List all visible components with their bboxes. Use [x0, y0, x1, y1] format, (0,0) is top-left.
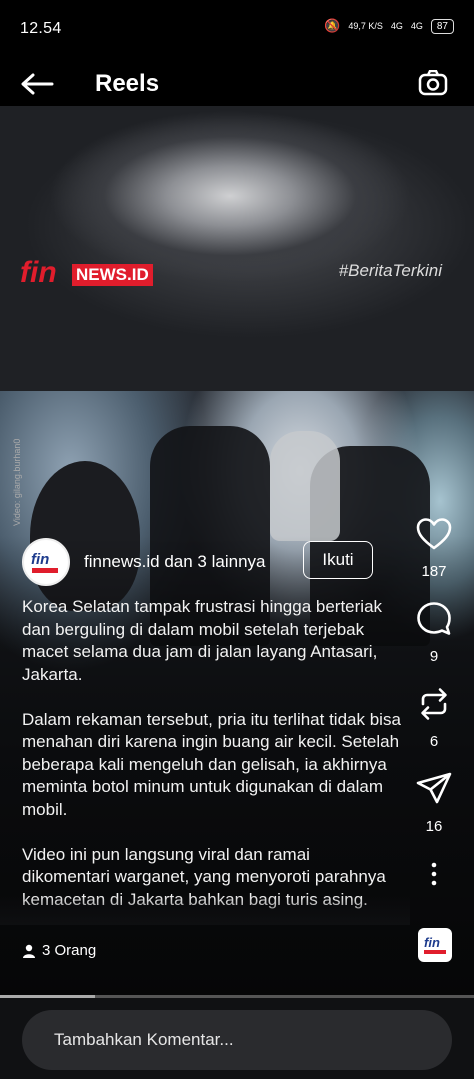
status-bar: 12.54 🔕 49,7 K/S 4G 4G 87 [0, 0, 474, 60]
thumbnail-logo-bar [424, 950, 446, 954]
repost-count: 6 [429, 733, 439, 750]
caption-fade [0, 895, 410, 925]
author-connector: dan [159, 552, 198, 571]
like-count: 187 [421, 563, 447, 580]
avatar-logo-bar [32, 568, 58, 573]
person-icon [23, 944, 35, 958]
video-logo-news: NEWS.ID [72, 264, 153, 286]
caption-paragraph: Korea Selatan tampak frustrasi hingga be… [22, 597, 383, 684]
battery-indicator: 87 [430, 18, 454, 34]
more-options-icon[interactable] [415, 859, 453, 889]
share-action[interactable]: 16 [415, 770, 453, 835]
status-icons: 🔕 49,7 K/S 4G 4G 87 [324, 18, 454, 34]
tagged-people-label: 3 Orang [42, 942, 97, 959]
video-hashtag: #BeritaTerkini [338, 261, 442, 280]
thumbnail-logo-text: fin [424, 935, 440, 950]
author-name: finnews.id [84, 552, 160, 571]
author-name-line[interactable]: finnews.id dan 3 lainnya [84, 552, 265, 572]
page-title: Reels [95, 70, 160, 97]
send-icon[interactable] [415, 770, 453, 808]
reels-header: Reels [0, 60, 474, 106]
reel-actions: 187 9 6 16 [414, 515, 454, 889]
mute-icon: 🔕 [324, 18, 341, 33]
video-passenger [270, 431, 340, 541]
vertical-dots-icon [431, 862, 437, 886]
heart-icon[interactable] [415, 515, 453, 553]
like-action[interactable]: 187 [415, 515, 453, 580]
network-4g-1: 4G [390, 21, 403, 31]
post-caption[interactable]: Korea Selatan tampak frustrasi hingga be… [22, 596, 402, 921]
caption-paragraph: Dalam rekaman tersebut, pria itu terliha… [22, 709, 401, 819]
network-4g-2: 4G [410, 21, 423, 31]
video-logo-fin: fin [20, 256, 57, 289]
video-blurred-top [0, 106, 474, 391]
camera-icon[interactable] [418, 70, 448, 96]
repost-icon[interactable] [415, 685, 453, 723]
comment-input[interactable]: Tambahkan Komentar... [22, 1010, 452, 1070]
audio-source-thumbnail[interactable]: fin [418, 928, 452, 962]
avatar-logo-text: fin [31, 551, 50, 568]
author-others: 3 lainnya [197, 552, 266, 571]
avatar[interactable]: fin [22, 538, 70, 586]
follow-button[interactable]: Ikuti [303, 541, 373, 579]
video-watermark: Video: gilang.burhan0 [12, 438, 22, 526]
network-speed: 49,7 K/S [348, 21, 383, 31]
repost-action[interactable]: 6 [415, 685, 453, 750]
tagged-people[interactable]: 3 Orang [22, 942, 96, 959]
arrow-left-icon[interactable] [20, 72, 54, 96]
comment-icon[interactable] [415, 600, 453, 638]
post-author[interactable]: fin finnews.id dan 3 lainnya [22, 538, 265, 586]
comment-action[interactable]: 9 [415, 600, 453, 665]
comment-count: 9 [429, 648, 439, 665]
share-count: 16 [425, 818, 443, 835]
comment-bar: Tambahkan Komentar... [0, 998, 474, 1079]
status-time: 12.54 [20, 20, 62, 37]
